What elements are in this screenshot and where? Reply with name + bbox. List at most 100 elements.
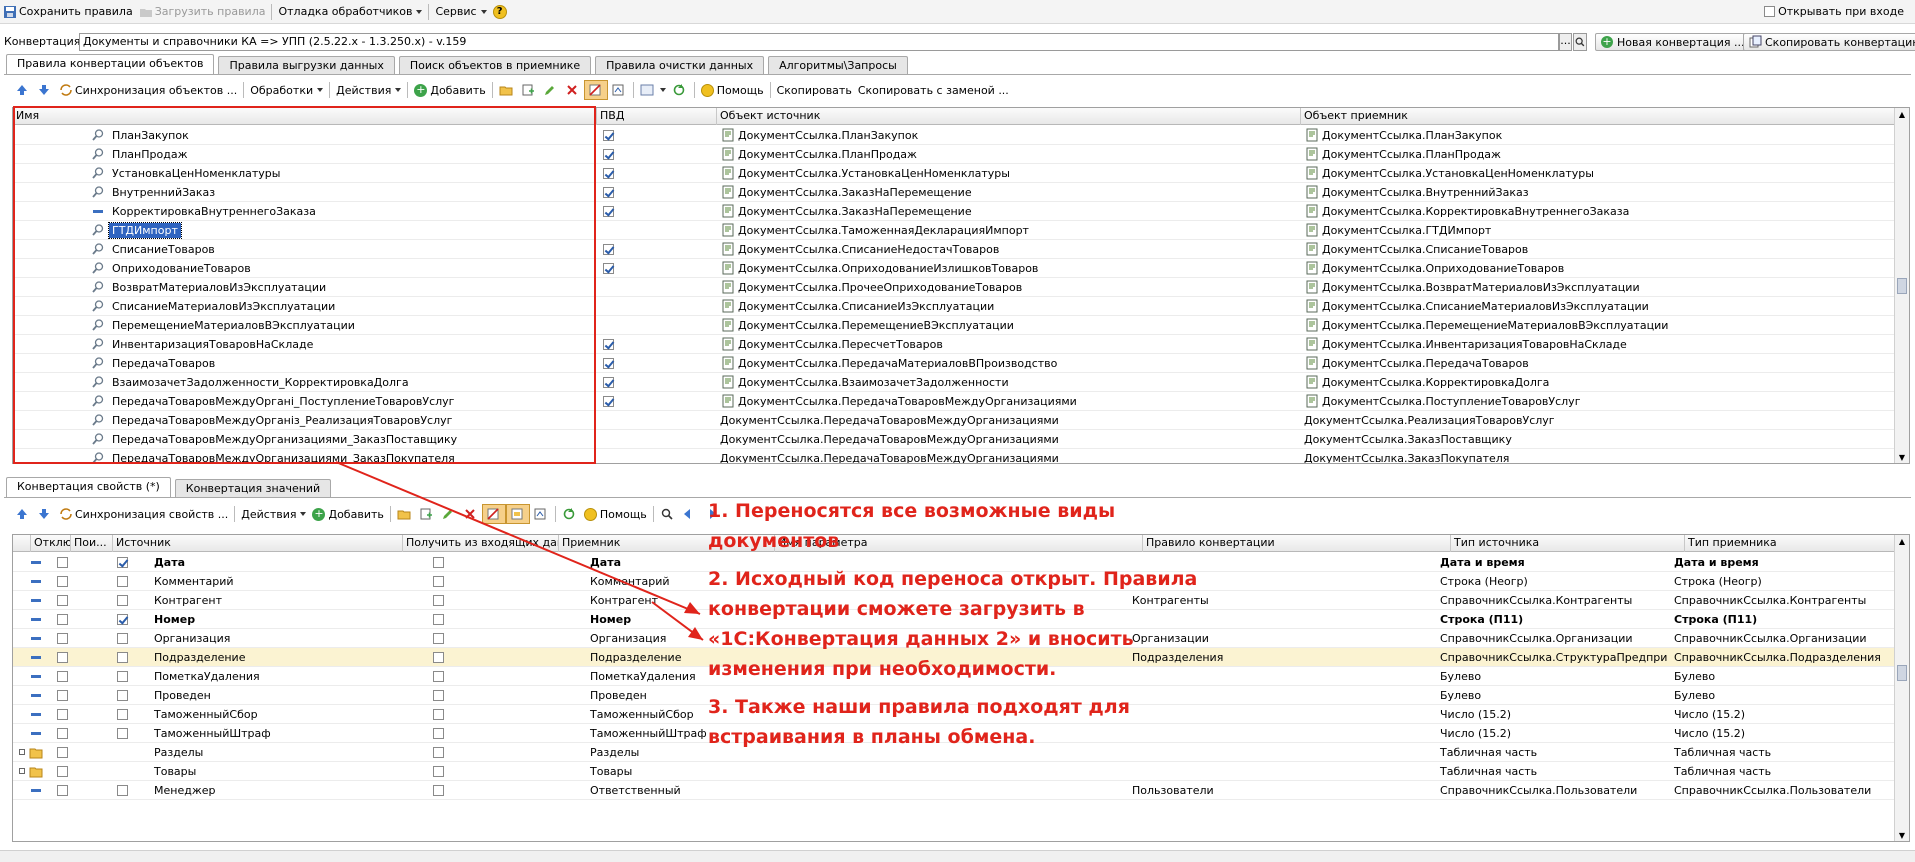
group-button[interactable] xyxy=(505,504,530,524)
rules-help-button[interactable]: Помощь xyxy=(698,80,767,100)
disable-checkbox[interactable] xyxy=(57,785,68,796)
disable-checkbox[interactable] xyxy=(57,728,68,739)
disable-checkbox[interactable] xyxy=(57,747,68,758)
column-header[interactable]: Объект приемник xyxy=(1301,108,1897,125)
load-rules-button[interactable]: Загрузить правила xyxy=(136,2,269,22)
get-incoming-checkbox[interactable] xyxy=(433,747,444,758)
pvd-checkbox[interactable] xyxy=(603,168,614,179)
handler-button[interactable] xyxy=(608,80,630,100)
disable-checkbox[interactable] xyxy=(57,690,68,701)
column-header[interactable]: Получить из входящих данн... xyxy=(403,535,559,552)
debug-menu[interactable]: Отладка обработчиков xyxy=(275,2,425,22)
scroll-down-arrow[interactable]: ▼ xyxy=(1895,451,1909,463)
tab-item[interactable]: Правила выгрузки данных xyxy=(218,56,395,74)
delete-button[interactable] xyxy=(562,80,584,100)
get-incoming-checkbox[interactable] xyxy=(433,785,444,796)
column-header[interactable]: Пои... xyxy=(71,535,113,552)
copy-row-button[interactable] xyxy=(416,504,438,524)
tab-item[interactable]: Алгоритмы\Запросы xyxy=(768,56,908,74)
lower-tab-item[interactable]: Конвертация значений xyxy=(174,479,332,497)
scroll-thumb[interactable] xyxy=(1897,665,1907,681)
search-checkbox[interactable] xyxy=(117,557,128,568)
move-down-button[interactable] xyxy=(34,80,56,100)
property-row[interactable]: Менеджер Ответственный Пользователи Справоч… xyxy=(13,781,1896,800)
find-button[interactable] xyxy=(657,504,679,524)
get-incoming-checkbox[interactable] xyxy=(433,652,444,663)
sync-props-button[interactable]: Синхронизация свойств ... xyxy=(56,504,231,524)
copy-conversion-button[interactable]: Скопировать конвертацию xyxy=(1743,33,1915,51)
get-incoming-checkbox[interactable] xyxy=(433,576,444,587)
search-checkbox[interactable] xyxy=(117,671,128,682)
move-up-button[interactable] xyxy=(12,80,34,100)
copy-rule-button[interactable]: Скопировать xyxy=(774,80,855,100)
disable-button[interactable] xyxy=(583,80,608,100)
move-down-button[interactable] xyxy=(34,504,56,524)
search-checkbox[interactable] xyxy=(117,690,128,701)
pvd-checkbox[interactable] xyxy=(603,396,614,407)
move-up-button[interactable] xyxy=(12,504,34,524)
props-actions-menu[interactable]: Действия xyxy=(238,504,309,524)
tab-item[interactable]: Правила конвертации объектов xyxy=(6,54,215,74)
disable-checkbox[interactable] xyxy=(57,614,68,625)
props-scrollbar[interactable]: ▲ ▼ xyxy=(1894,535,1909,841)
conversion-field[interactable]: Документы и справочники КА => УПП (2.5.2… xyxy=(79,33,1559,51)
get-incoming-checkbox[interactable] xyxy=(433,671,444,682)
add-rule-button[interactable]: + Добавить xyxy=(411,80,488,100)
property-row[interactable]: Товары Товары Табличная часть Табличная час… xyxy=(13,762,1896,781)
get-incoming-checkbox[interactable] xyxy=(433,614,444,625)
processing-menu[interactable]: Обработки xyxy=(247,80,326,100)
conversion-search-button[interactable] xyxy=(1573,33,1587,51)
pvd-checkbox[interactable] xyxy=(603,358,614,369)
column-header[interactable]: ПВД xyxy=(597,108,717,125)
pvd-checkbox[interactable] xyxy=(603,263,614,274)
search-checkbox[interactable] xyxy=(117,709,128,720)
search-checkbox[interactable] xyxy=(117,652,128,663)
help-button[interactable]: ? xyxy=(490,2,510,22)
delete-button[interactable] xyxy=(460,504,482,524)
edit-button[interactable] xyxy=(438,504,460,524)
service-menu[interactable]: Сервис xyxy=(432,2,489,22)
add-prop-button[interactable]: + Добавить xyxy=(309,504,386,524)
prev-button[interactable] xyxy=(679,504,701,524)
disable-checkbox[interactable] xyxy=(57,557,68,568)
save-rules-button[interactable]: Сохранить правила xyxy=(0,2,136,22)
search-checkbox[interactable] xyxy=(117,614,128,625)
rules-scrollbar[interactable]: ▲ ▼ xyxy=(1894,108,1909,463)
expand-icon[interactable] xyxy=(19,749,25,755)
search-checkbox[interactable] xyxy=(117,785,128,796)
pvd-checkbox[interactable] xyxy=(603,377,614,388)
column-header[interactable]: Источник xyxy=(113,535,403,552)
refresh-button[interactable] xyxy=(559,504,581,524)
copy-row-button[interactable] xyxy=(518,80,540,100)
disable-button[interactable] xyxy=(481,504,506,524)
edit-button[interactable] xyxy=(540,80,562,100)
search-checkbox[interactable] xyxy=(117,633,128,644)
handler-button[interactable] xyxy=(530,504,552,524)
column-header[interactable]: Объект источник xyxy=(717,108,1301,125)
scroll-thumb[interactable] xyxy=(1897,278,1907,294)
pvd-checkbox[interactable] xyxy=(603,130,614,141)
sync-objects-button[interactable]: Синхронизация объектов ... xyxy=(56,80,240,100)
get-incoming-checkbox[interactable] xyxy=(433,728,444,739)
disable-checkbox[interactable] xyxy=(57,595,68,606)
disable-checkbox[interactable] xyxy=(57,633,68,644)
disable-checkbox[interactable] xyxy=(57,671,68,682)
new-conversion-button[interactable]: + Новая конвертация ... xyxy=(1595,33,1751,51)
disable-checkbox[interactable] xyxy=(57,576,68,587)
pvd-checkbox[interactable] xyxy=(603,244,614,255)
add-folder-button[interactable] xyxy=(394,504,416,524)
column-header[interactable]: Тип приемника xyxy=(1685,535,1909,552)
open-on-start-checkbox[interactable] xyxy=(1764,6,1776,17)
column-header[interactable]: Тип источника xyxy=(1451,535,1685,552)
disable-checkbox[interactable] xyxy=(57,652,68,663)
lower-tab-item[interactable]: Конвертация свойств (*) xyxy=(6,477,171,497)
pvd-checkbox[interactable] xyxy=(603,187,614,198)
copy-replace-button[interactable]: Скопировать с заменой ... xyxy=(855,80,1012,100)
add-folder-button[interactable] xyxy=(496,80,518,100)
get-incoming-checkbox[interactable] xyxy=(433,766,444,777)
get-incoming-checkbox[interactable] xyxy=(433,709,444,720)
search-checkbox[interactable] xyxy=(117,595,128,606)
props-help-button[interactable]: Помощь xyxy=(581,504,650,524)
scroll-up-arrow[interactable]: ▲ xyxy=(1895,108,1909,122)
search-checkbox[interactable] xyxy=(117,576,128,587)
